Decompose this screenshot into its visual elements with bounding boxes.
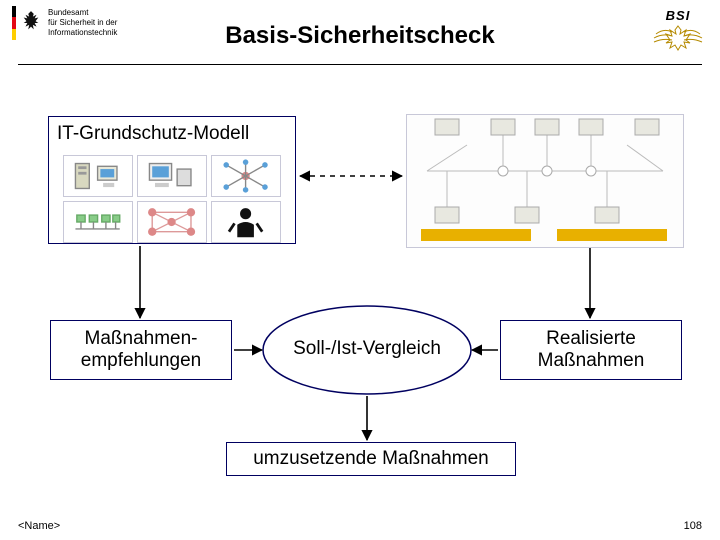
slide-title: Basis-Sicherheitscheck <box>0 22 720 50</box>
recommend-line2: empfehlungen <box>81 350 201 371</box>
todo-label: umzusetzende Maßnahmen <box>253 448 489 470</box>
ellipse-compare: Soll-/Ist-Vergleich <box>258 302 476 398</box>
realised-line1: Realisierte <box>546 328 636 349</box>
box-recommendations: Maßnahmen- empfehlungen <box>50 320 232 380</box>
model-cell <box>63 155 133 197</box>
bus-network-icon <box>67 204 128 240</box>
model-icon-grid <box>63 155 281 243</box>
realised-line2: Maßnahmen <box>538 350 645 371</box>
box-todo: umzusetzende Maßnahmen <box>226 442 516 476</box>
footer-author: <Name> <box>18 520 60 532</box>
box-it-model: IT-Grundschutz-Modell <box>48 116 296 244</box>
workstation-icon <box>141 158 202 194</box>
model-cell <box>211 201 281 243</box>
slide: Bundesamt für Sicherheit in der Informat… <box>0 0 720 540</box>
model-cell <box>137 155 207 197</box>
title-underline <box>18 64 702 65</box>
server-rack-icon <box>67 158 128 194</box>
recommend-line1: Maßnahmen- <box>85 328 198 349</box>
ellipse-label: Soll-/Ist-Vergleich <box>258 338 476 360</box>
network-diagram-icon <box>406 114 684 248</box>
model-cell <box>137 201 207 243</box>
model-cell <box>63 201 133 243</box>
agency-line1: Bundesamt <box>48 8 88 17</box>
bsi-logo-text: BSI <box>650 8 706 23</box>
model-cell <box>211 155 281 197</box>
box-realised: Realisierte Maßnahmen <box>500 320 682 380</box>
box-it-model-label: IT-Grundschutz-Modell <box>57 123 249 145</box>
mesh-network-icon <box>141 204 202 240</box>
footer-page-number: 108 <box>684 520 702 532</box>
person-icon <box>215 204 276 240</box>
star-network-icon <box>215 158 276 194</box>
